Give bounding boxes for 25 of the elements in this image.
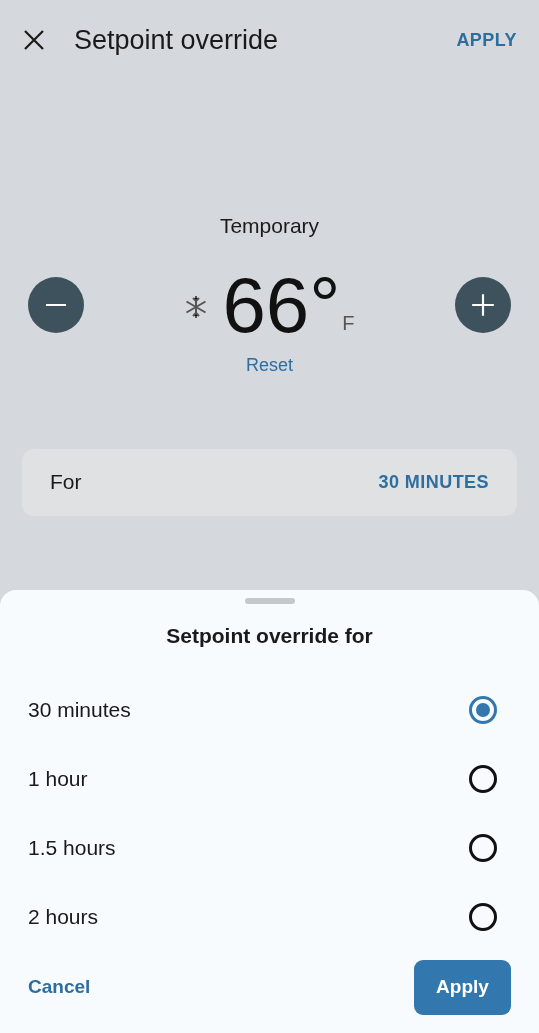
duration-value: 30 MINUTES: [378, 470, 489, 494]
apply-button[interactable]: Apply: [414, 959, 511, 1015]
radio-button[interactable]: [469, 765, 497, 793]
temperature-value: 66°: [222, 265, 341, 344]
drag-handle[interactable]: [244, 598, 295, 604]
option-label[interactable]: 1 hour: [28, 763, 88, 795]
unit-label: F: [342, 310, 355, 336]
cancel-button[interactable]: Cancel: [28, 972, 91, 1002]
option-label[interactable]: 30 minutes: [28, 694, 131, 726]
reset-link[interactable]: Reset: [246, 351, 293, 379]
duration-row[interactable]: For 30 MINUTES: [22, 448, 517, 516]
apply-link[interactable]: APPLY: [456, 26, 517, 54]
radio-button[interactable]: [469, 696, 497, 724]
close-icon[interactable]: [22, 28, 46, 52]
snowflake-icon: [184, 294, 209, 319]
option-label[interactable]: 2 hours: [28, 901, 99, 933]
mode-label: Temporary: [219, 213, 320, 239]
minus-icon: [43, 303, 69, 306]
sheet-title: Setpoint override for: [166, 623, 373, 649]
plus-icon: [470, 291, 496, 318]
radio-button[interactable]: [469, 834, 497, 862]
option-label[interactable]: 1.5 hours: [28, 832, 116, 864]
radio-button[interactable]: [469, 903, 497, 931]
screen-title: Setpoint override: [74, 23, 279, 57]
duration-label: For: [50, 469, 82, 496]
